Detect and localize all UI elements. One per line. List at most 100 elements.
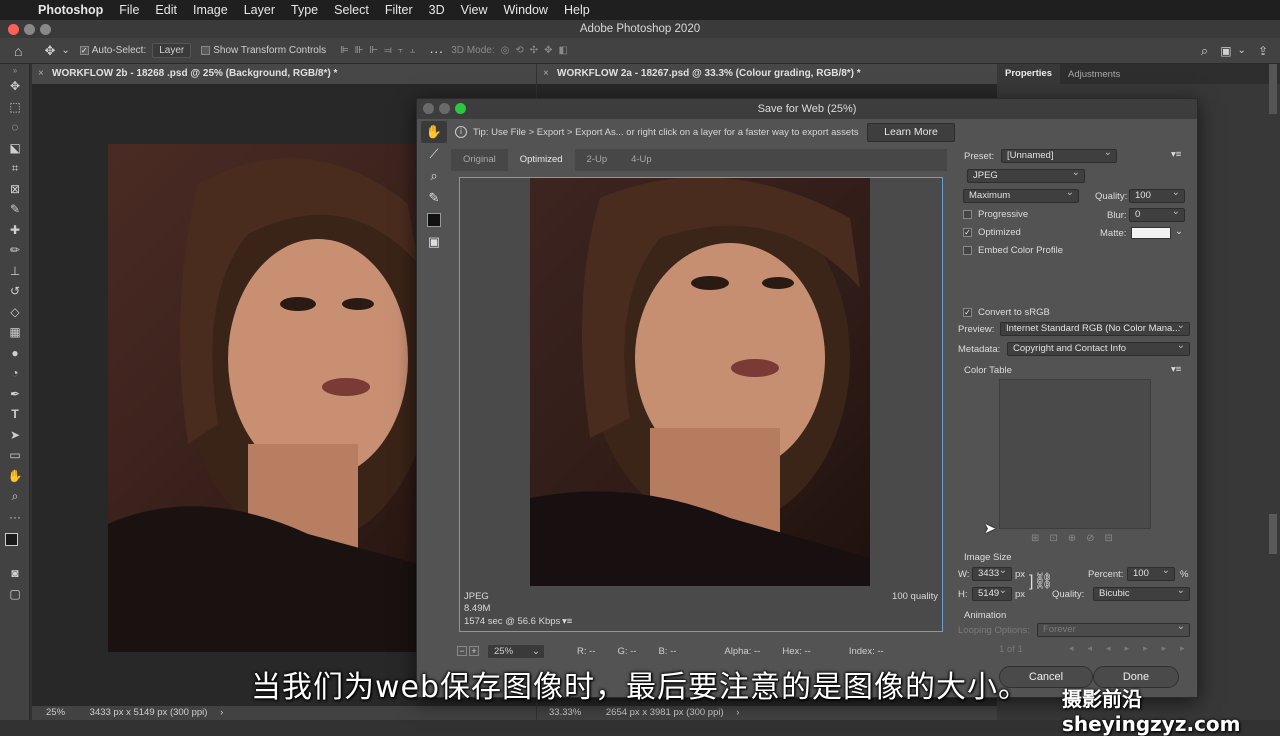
hand-tool-icon[interactable]: ✋ [0,466,30,487]
eyedropper-color-swatch[interactable] [421,209,447,231]
close-icon[interactable]: × [543,64,549,84]
height-input[interactable]: 5149 [972,585,1012,601]
dialog-minimize-button[interactable] [439,103,450,114]
foreground-color-swatch[interactable] [5,533,18,546]
crop-tool-icon[interactable]: ⌗ [0,158,30,179]
brush-tool-icon[interactable]: ✏ [0,240,30,261]
color-table-icons[interactable]: ⊞⊡⊕⊘⊟ [1031,533,1123,544]
menu-select[interactable]: Select [326,3,377,17]
menu-window[interactable]: Window [496,3,556,17]
link-dimensions-icon[interactable]: ]⛓ [1029,571,1054,591]
dialog-close-button[interactable] [423,103,434,114]
eraser-tool-icon[interactable]: ◇ [0,302,30,323]
move-tool-icon[interactable]: ✥ [44,43,55,59]
info-menu-icon[interactable]: ▾≡ [562,616,572,627]
blur-tool-icon[interactable]: ● [0,343,30,364]
doc-tab-1[interactable]: × WORKFLOW 2b - 18268 .psd @ 25% (Backgr… [32,64,536,84]
home-icon[interactable]: ⌂ [14,43,22,59]
transform-controls-checkbox[interactable]: Show Transform Controls [201,45,326,56]
tab-optimized[interactable]: Optimized [507,149,575,171]
minimize-window-button[interactable] [24,24,35,35]
chevron-right-icon[interactable]: › [736,707,739,718]
tab-4-up[interactable]: 4-Up [619,149,664,171]
slice-select-tool-icon[interactable]: ⟋ [421,143,447,165]
tab-original[interactable]: Original [451,149,508,171]
move-tool-icon[interactable]: ✥ [0,76,30,97]
gradient-tool-icon[interactable]: ▦ [0,322,30,343]
quick-select-tool-icon[interactable]: ⬕ [0,138,30,159]
tab-properties[interactable]: Properties [997,64,1060,84]
eyedropper-tool-icon[interactable]: ✎ [0,199,30,220]
close-icon[interactable]: × [38,64,44,84]
optimized-preview[interactable] [459,177,943,632]
more-tools-icon[interactable]: ··· [0,507,30,528]
zoom-tool-icon[interactable]: ⌕ [0,486,30,507]
chevron-down-icon[interactable]: ⌄ [1238,45,1246,56]
blur-input[interactable]: 0 [1129,206,1185,222]
document-canvas-1[interactable] [108,144,433,652]
zoom-level[interactable]: 25% [46,707,65,718]
share-icon[interactable]: ⇪ [1258,44,1268,58]
screen-mode-icon[interactable]: ▢ [0,584,30,605]
resample-dropdown[interactable]: Bicubic [1093,585,1190,601]
tab-2-up[interactable]: 2-Up [575,149,620,171]
hand-tool-icon[interactable]: ✋ [421,121,447,143]
doc-tab-2[interactable]: × WORKFLOW 2a - 18267.psd @ 33.3% (Colou… [537,64,997,84]
metadata-dropdown[interactable]: Copyright and Contact Info [1007,340,1190,356]
layers-scrollbar[interactable] [1269,514,1277,554]
quick-mask-icon[interactable]: ◙ [0,563,30,584]
marquee-tool-icon[interactable]: ⬚ [0,97,30,118]
close-window-button[interactable] [8,24,19,35]
rectangle-tool-icon[interactable]: ▭ [0,445,30,466]
healing-brush-tool-icon[interactable]: ✚ [0,220,30,241]
dodge-tool-icon[interactable]: ◔ [0,363,30,384]
collapse-icon[interactable]: » [0,64,30,76]
preset-dropdown[interactable]: [Unnamed] [1001,147,1117,163]
menu-edit[interactable]: Edit [147,3,185,17]
preview-dropdown[interactable]: Internet Standard RGB (No Color Mana... [1000,320,1190,336]
workspace-icon[interactable]: ▣ [1220,44,1231,58]
pen-tool-icon[interactable]: ✒ [0,384,30,405]
menu-file[interactable]: File [111,3,147,17]
animation-controls[interactable]: ◂◂◂▸▸▸▸ [1069,643,1199,654]
auto-select-target-dropdown[interactable]: Layer [152,43,192,58]
chevron-down-icon[interactable]: ⌄ [1175,226,1183,237]
zoom-dropdown[interactable]: 25% ⌄ [487,643,545,659]
panel-scrollbar[interactable] [1269,64,1277,114]
toggle-slices-icon[interactable]: ▣ [421,231,447,253]
path-selection-tool-icon[interactable]: ➤ [0,425,30,446]
menu-image[interactable]: Image [185,3,236,17]
menu-help[interactable]: Help [556,3,598,17]
menu-filter[interactable]: Filter [377,3,421,17]
quality-input[interactable]: 100 [1129,187,1185,203]
color-table[interactable] [999,379,1151,529]
learn-more-button[interactable]: Learn More [867,123,955,142]
menu-view[interactable]: View [453,3,496,17]
menu-3d[interactable]: 3D [421,3,453,17]
lasso-tool-icon[interactable]: ◌ [0,117,30,138]
zoom-tool-icon[interactable]: ⌕ [421,165,447,187]
matte-swatch[interactable] [1131,227,1171,239]
convert-srgb-checkbox[interactable]: ✓ Convert to sRGB [963,307,1050,318]
format-dropdown[interactable]: JPEG [967,167,1085,183]
auto-select-checkbox[interactable]: ✓ Auto-Select: [79,45,146,56]
preset-menu-icon[interactable]: ▾≡ [1171,149,1181,160]
search-icon[interactable]: ⌕ [1201,43,1208,59]
color-swatches[interactable] [0,527,30,563]
history-brush-tool-icon[interactable]: ↺ [0,281,30,302]
menu-type[interactable]: Type [283,3,326,17]
3d-mode-icons[interactable]: ◎⟲✣✥◧ [501,45,574,56]
width-input[interactable]: 3433 [972,565,1012,581]
chevron-down-icon[interactable]: ⌄ [61,45,69,56]
menu-layer[interactable]: Layer [236,3,283,17]
quality-level-dropdown[interactable]: Maximum [963,187,1079,203]
color-table-menu-icon[interactable]: ▾≡ [1171,364,1181,375]
type-tool-icon[interactable]: T [0,404,30,425]
zoom-level[interactable]: 33.33% [549,707,581,718]
zoom-window-button[interactable] [40,24,51,35]
preview-image[interactable] [530,178,870,586]
looping-dropdown[interactable]: Forever [1037,621,1190,637]
more-options-icon[interactable]: ··· [429,43,443,59]
eyedropper-tool-icon[interactable]: ✎ [421,187,447,209]
percent-input[interactable]: 100 [1127,565,1175,581]
